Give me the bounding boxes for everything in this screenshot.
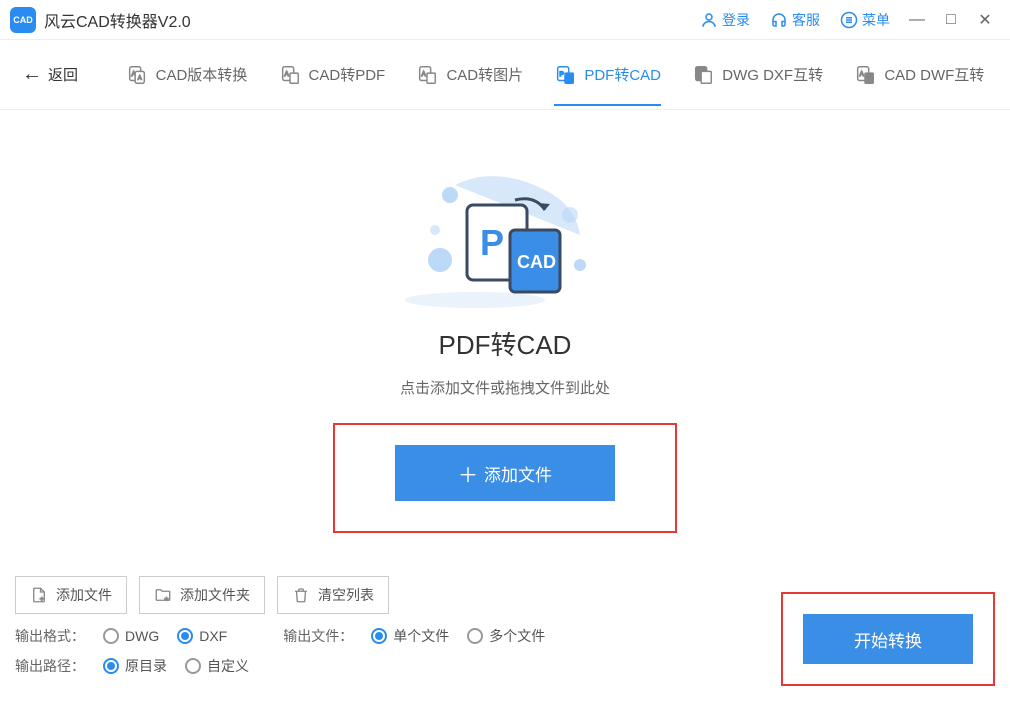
doc-convert-icon: AA — [126, 64, 148, 86]
cad-pdf-icon: A — [279, 64, 301, 86]
main-drop-area[interactable]: P CAD PDF转CAD 点击添加文件或拖拽文件到此处 ＋ 添加文件 — [0, 110, 1010, 565]
output-format-label: 输出格式： — [15, 626, 85, 646]
minimize-button[interactable]: — — [902, 5, 932, 35]
dwg-dxf-icon — [692, 64, 714, 86]
menu-list-icon — [840, 11, 858, 29]
close-button[interactable]: ✕ — [970, 5, 1000, 35]
trash-icon — [292, 586, 310, 604]
radio-path-original[interactable]: 原目录 — [103, 656, 167, 676]
pdf-to-cad-illustration-icon: P CAD — [405, 160, 605, 310]
user-icon — [700, 11, 718, 29]
cad-image-icon: A — [416, 64, 438, 86]
add-folder-button[interactable]: + 添加文件夹 — [139, 576, 265, 614]
tabs-row: ← 返回 AA CAD版本转换 A CAD转PDF A CAD转图片 P PDF… — [0, 40, 1010, 110]
add-file-button[interactable]: + 添加文件 — [15, 576, 127, 614]
support-button[interactable]: 客服 — [762, 6, 828, 34]
svg-text:CAD: CAD — [517, 252, 556, 272]
output-path-label: 输出路径： — [15, 656, 85, 676]
maximize-button[interactable]: □ — [936, 5, 966, 35]
svg-text:A: A — [138, 75, 142, 81]
tab-pdf-to-cad[interactable]: P PDF转CAD — [544, 44, 671, 106]
add-file-main-button[interactable]: ＋ 添加文件 — [395, 445, 615, 501]
main-subtitle: 点击添加文件或拖拽文件到此处 — [400, 377, 610, 398]
highlight-add-file: ＋ 添加文件 — [333, 423, 677, 533]
login-button[interactable]: 登录 — [692, 6, 758, 34]
folder-plus-icon: + — [154, 586, 172, 604]
main-title: PDF转CAD — [439, 325, 572, 362]
svg-text:A: A — [422, 70, 427, 77]
radio-path-custom[interactable]: 自定义 — [185, 656, 249, 676]
tab-cad-version-convert[interactable]: AA CAD版本转换 — [116, 44, 258, 106]
app-title: 风云CAD转换器V2.0 — [44, 8, 191, 32]
arrow-left-icon: ← — [22, 63, 42, 86]
titlebar: CAD 风云CAD转换器V2.0 登录 客服 菜单 — □ ✕ — [0, 0, 1010, 40]
headset-icon — [770, 11, 788, 29]
svg-text:P: P — [560, 70, 564, 77]
output-file-label: 输出文件： — [283, 626, 353, 646]
start-convert-button[interactable]: 开始转换 — [803, 614, 973, 664]
svg-text:+: + — [165, 596, 169, 603]
tab-cad-to-image[interactable]: A CAD转图片 — [406, 44, 533, 106]
app-logo-icon: CAD — [10, 7, 36, 33]
tab-cad-to-pdf[interactable]: A CAD转PDF — [269, 44, 396, 106]
plus-icon: ＋ — [458, 459, 478, 488]
radio-file-multi[interactable]: 多个文件 — [467, 626, 545, 646]
menu-button[interactable]: 菜单 — [832, 6, 898, 34]
svg-text:A: A — [860, 70, 865, 77]
svg-text:A: A — [284, 70, 289, 77]
svg-text:+: + — [40, 596, 44, 603]
back-button[interactable]: ← 返回 — [10, 55, 90, 94]
radio-file-single[interactable]: 单个文件 — [371, 626, 449, 646]
radio-format-dwg[interactable]: DWG — [103, 628, 159, 644]
tab-cad-dwf[interactable]: A CAD DWF互转 — [844, 44, 994, 106]
file-plus-icon: + — [30, 586, 48, 604]
cad-dwf-icon: A — [854, 64, 876, 86]
pdf-cad-icon: P — [554, 64, 576, 86]
bottom-panel: + 添加文件 + 添加文件夹 清空列表 输出格式： DWG DXF 输出文件： … — [0, 561, 1010, 701]
highlight-start: 开始转换 — [781, 592, 995, 686]
radio-format-dxf[interactable]: DXF — [177, 628, 227, 644]
clear-list-button[interactable]: 清空列表 — [277, 576, 389, 614]
svg-text:P: P — [480, 222, 504, 263]
tab-dwg-dxf[interactable]: DWG DXF互转 — [682, 44, 833, 106]
